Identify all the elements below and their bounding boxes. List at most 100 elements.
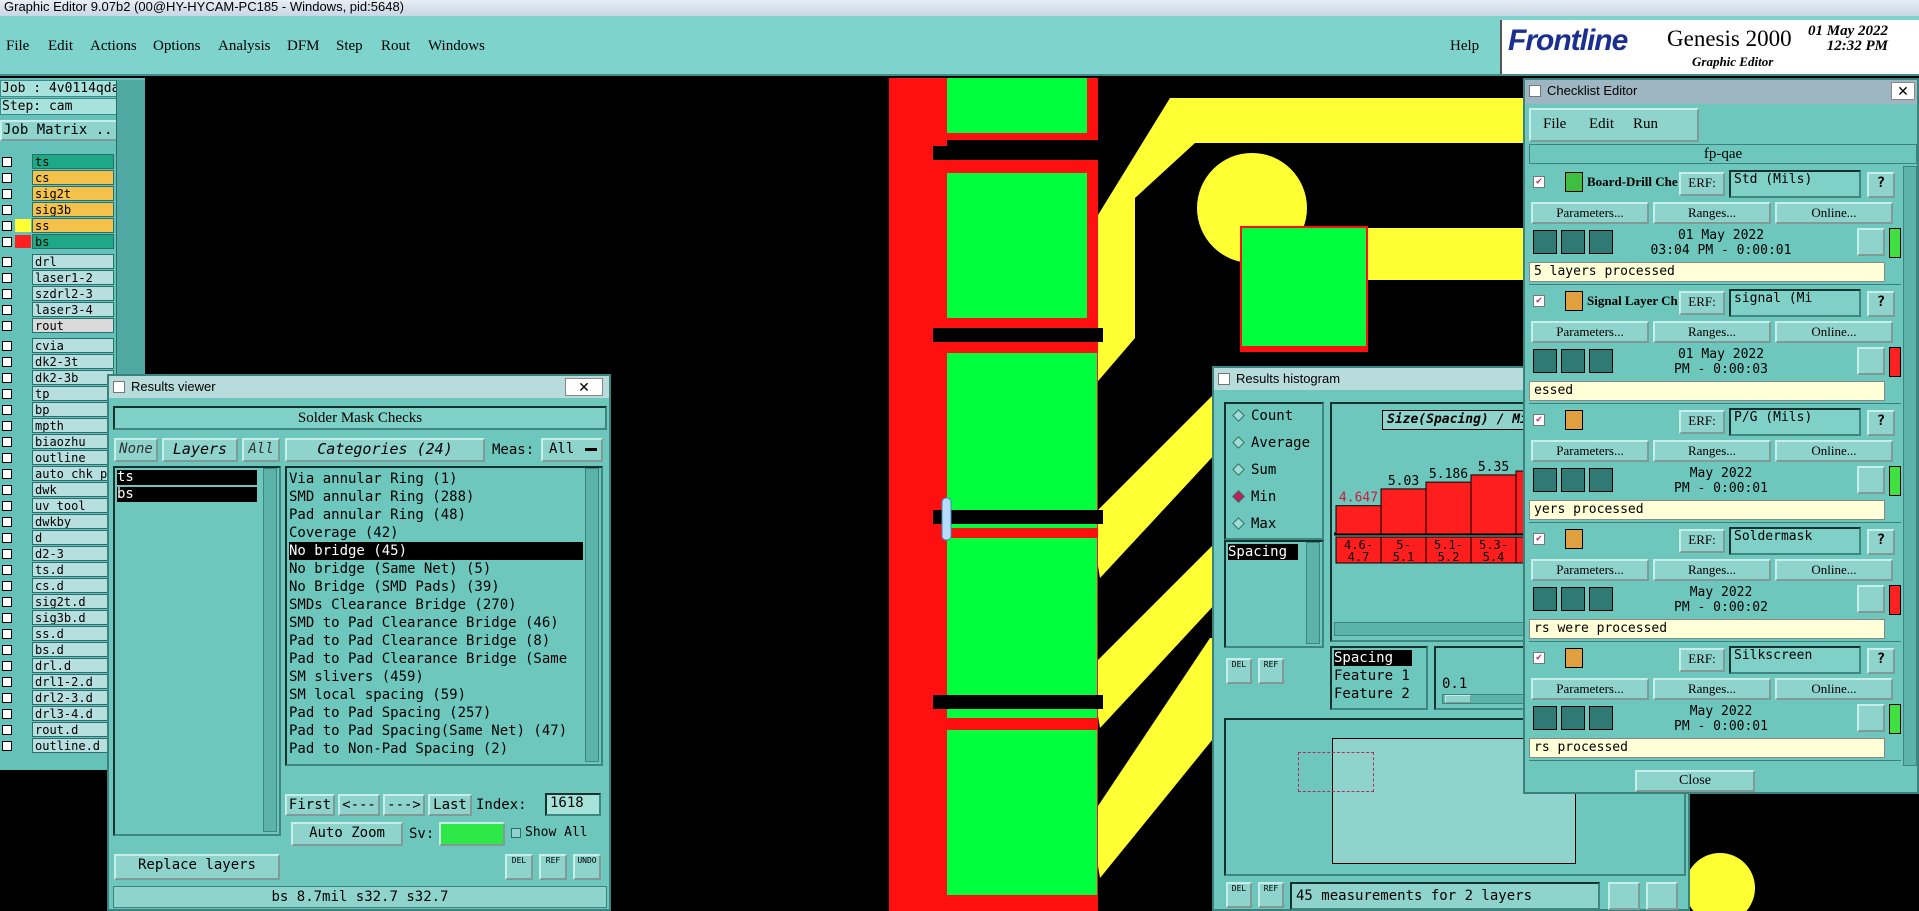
layer-name[interactable]: drl.d xyxy=(32,658,114,673)
layer-row[interactable]: sig3b xyxy=(0,202,116,217)
item-erf-button[interactable]: ERF: xyxy=(1679,172,1725,196)
sv-dropdown[interactable] xyxy=(439,822,505,846)
layer-row[interactable]: drl.d xyxy=(0,658,116,673)
layer-color-swatch[interactable] xyxy=(15,467,31,480)
layer-name[interactable]: auto_chk_p xyxy=(32,466,114,481)
mode-radio-min[interactable]: Min xyxy=(1232,489,1276,505)
layer-color-swatch[interactable] xyxy=(15,171,31,184)
layer-row[interactable]: sig3b.d xyxy=(0,610,116,625)
layer-color-swatch[interactable] xyxy=(15,339,31,352)
checklist-menu-edit[interactable]: Edit xyxy=(1589,116,1614,133)
layer-checkbox[interactable] xyxy=(2,157,12,167)
run-icon[interactable] xyxy=(1533,468,1557,492)
layer-name[interactable]: rout xyxy=(32,318,114,333)
layer-row[interactable]: sig2t.d xyxy=(0,594,116,609)
category-item[interactable]: SM slivers (459) xyxy=(289,668,424,686)
layer-name[interactable]: d2-3 xyxy=(32,546,114,561)
layer-checkbox[interactable] xyxy=(2,581,12,591)
layer-row[interactable]: dwkby xyxy=(0,514,116,529)
layer-name[interactable]: sig2t xyxy=(32,186,114,201)
layer-color-swatch[interactable] xyxy=(15,187,31,200)
category-scrollbar[interactable] xyxy=(585,468,599,762)
layer-row[interactable]: bp xyxy=(0,402,116,417)
layer-checkbox[interactable] xyxy=(2,173,12,183)
layer-checkbox[interactable] xyxy=(2,517,12,527)
index-field[interactable]: 1618 xyxy=(545,793,601,816)
checklist-item[interactable]: ✔ Signal Layer Ch ERF: signal (Mi? Parameter… xyxy=(1529,287,1901,404)
ranges-button[interactable]: Ranges... xyxy=(1653,440,1771,462)
del-button[interactable]: DEL xyxy=(505,854,533,880)
layer-name[interactable]: szdrl2-3 xyxy=(32,286,114,301)
measure-list[interactable]: Spacing xyxy=(1224,540,1324,648)
layer-checkbox[interactable] xyxy=(2,549,12,559)
layer-checkbox[interactable] xyxy=(2,305,12,315)
menu-step[interactable]: Step xyxy=(336,38,363,55)
resolution-slider-handle[interactable] xyxy=(1445,695,1471,703)
layer-row[interactable]: outline xyxy=(0,450,116,465)
layer-checkbox[interactable] xyxy=(2,677,12,687)
layer-name[interactable]: bp xyxy=(32,402,114,417)
ranges-button[interactable]: Ranges... xyxy=(1653,678,1771,700)
meas-dropdown[interactable]: All xyxy=(541,438,603,462)
layer-row[interactable]: drl xyxy=(0,254,116,269)
parameters-button[interactable]: Parameters... xyxy=(1531,440,1649,462)
layer-checkbox[interactable] xyxy=(2,613,12,623)
layer-row[interactable]: cs.d xyxy=(0,578,116,593)
online-button[interactable]: Online... xyxy=(1775,559,1893,581)
item-erf-field[interactable]: Std (Mils) xyxy=(1729,170,1861,198)
layer-checkbox[interactable] xyxy=(2,661,12,671)
layer-checkbox[interactable] xyxy=(2,725,12,735)
layer-name[interactable]: outline xyxy=(32,450,114,465)
show-all-checkbox[interactable] xyxy=(511,828,521,838)
layer-row[interactable]: rout xyxy=(0,318,116,333)
category-item[interactable]: Pad to Non-Pad Spacing (2) xyxy=(289,740,508,758)
layer-row[interactable]: cvia xyxy=(0,338,116,353)
layer-row[interactable]: szdrl2-3 xyxy=(0,286,116,301)
zoom-icon[interactable] xyxy=(1857,585,1885,613)
ranges-button[interactable]: Ranges... xyxy=(1653,321,1771,343)
layer-name[interactable]: sig3b xyxy=(32,202,114,217)
layer-row[interactable]: mpth xyxy=(0,418,116,433)
zoom-icon[interactable] xyxy=(1857,704,1885,732)
layer-color-swatch[interactable] xyxy=(15,579,31,592)
radio-icon[interactable] xyxy=(1232,490,1245,503)
layer-item-bs[interactable]: bs xyxy=(117,487,257,502)
layer-row[interactable]: drl2-3.d xyxy=(0,690,116,705)
layer-color-swatch[interactable] xyxy=(15,355,31,368)
run-icon[interactable] xyxy=(1561,230,1585,254)
checklist-item[interactable]: ✔ ERF: Silkscreen? Parameters... Ranges... On… xyxy=(1529,644,1901,761)
layer-name[interactable]: dk2-3b xyxy=(32,370,114,385)
layer-checkbox[interactable] xyxy=(2,289,12,299)
mode-radio-sum[interactable]: Sum xyxy=(1232,462,1276,478)
checklist-item[interactable]: ✔ ERF: P/G (Mils)? Parameters... Ranges... On… xyxy=(1529,406,1901,523)
online-button[interactable]: Online... xyxy=(1775,440,1893,462)
radio-icon[interactable] xyxy=(1232,463,1245,476)
category-item[interactable]: SMDs Clearance Bridge (270) xyxy=(289,596,517,614)
layer-color-swatch[interactable] xyxy=(15,595,31,608)
histogram-bar[interactable] xyxy=(1470,474,1517,535)
layer-row[interactable]: ts.d xyxy=(0,562,116,577)
help-icon[interactable]: ? xyxy=(1867,648,1895,674)
category-item[interactable]: SMD annular Ring (288) xyxy=(289,488,474,506)
category-item[interactable]: Via annular Ring (1) xyxy=(289,470,458,488)
layer-color-swatch[interactable] xyxy=(15,515,31,528)
layer-color-swatch[interactable] xyxy=(15,691,31,704)
category-item[interactable]: SM local spacing (59) xyxy=(289,686,466,704)
menu-dfm[interactable]: DFM xyxy=(287,38,320,55)
layer-row[interactable]: biaozhu xyxy=(0,434,116,449)
layer-checkbox[interactable] xyxy=(2,645,12,655)
menu-actions[interactable]: Actions xyxy=(90,38,137,55)
zoom-icon[interactable] xyxy=(1857,228,1885,256)
ref-button[interactable]: REF xyxy=(539,854,567,880)
item-check-icon[interactable]: ✔ xyxy=(1533,533,1545,545)
layer-name[interactable]: drl1-2.d xyxy=(32,674,114,689)
layer-name[interactable]: cs xyxy=(32,170,114,185)
layer-color-swatch[interactable] xyxy=(15,155,31,168)
layer-name[interactable]: mpth xyxy=(32,418,114,433)
item-erf-button[interactable]: ERF: xyxy=(1679,291,1725,315)
checklist-item[interactable]: ✔ Board-Drill Che ERF: Std (Mils)? Parameter… xyxy=(1529,168,1901,285)
layer-color-swatch[interactable] xyxy=(15,319,31,332)
mode-radio-max[interactable]: Max xyxy=(1232,516,1276,532)
zoom-icon[interactable] xyxy=(1857,466,1885,494)
layer-color-swatch[interactable] xyxy=(15,547,31,560)
